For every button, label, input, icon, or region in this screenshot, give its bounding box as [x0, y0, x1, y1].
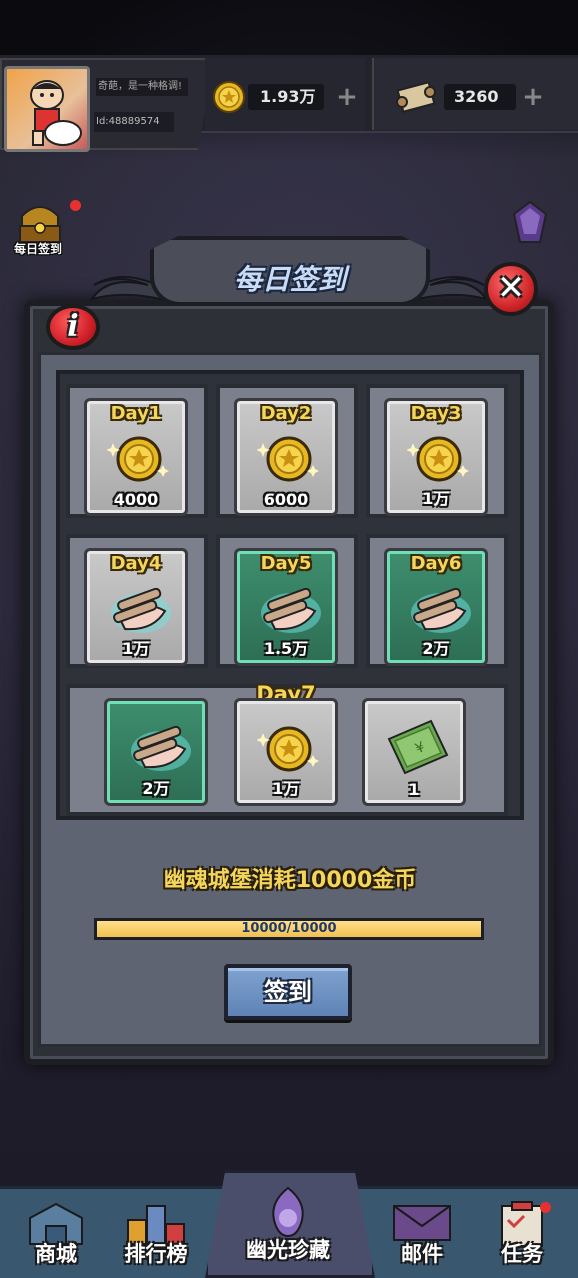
- day7-scroll-reward[interactable]: 2万: [104, 698, 208, 806]
- day1-reward[interactable]: Day1 4000: [84, 398, 188, 516]
- nav-mail-label: 邮件: [401, 1242, 443, 1266]
- avatar-character-icon: [30, 80, 82, 146]
- nav-shop-label: 商城: [35, 1242, 77, 1266]
- checkin-notification-dot: [70, 200, 81, 211]
- day3-reward[interactable]: Day3 1万: [384, 398, 488, 516]
- nav-tasks-label: 任务: [501, 1242, 543, 1266]
- dialog-title: 每日签到: [233, 263, 346, 296]
- gold-coin-icon: [107, 436, 169, 482]
- day2-reward[interactable]: Day2 6000: [234, 398, 338, 516]
- gold-coin-icon: [407, 436, 469, 482]
- reward-amount: 1万: [422, 489, 450, 508]
- gold-coin-icon: [257, 726, 319, 772]
- reward-amount: 1万: [272, 779, 300, 798]
- day7-coin-reward[interactable]: 1万: [234, 698, 338, 806]
- scroll-amount: 3260: [444, 84, 516, 110]
- avatar[interactable]: [4, 66, 90, 152]
- day-label: Day5: [260, 553, 312, 574]
- nav-shop[interactable]: 商城: [6, 1196, 106, 1272]
- nav-mail[interactable]: 邮件: [372, 1196, 472, 1272]
- coin-amount: 1.93万: [248, 84, 324, 110]
- add-scrolls-button[interactable]: +: [522, 84, 544, 110]
- day-label: Day4: [110, 553, 162, 574]
- scroll-icon: [131, 725, 191, 771]
- scroll-icon: [261, 587, 321, 633]
- scroll-resource-icon: [396, 81, 436, 113]
- ghost-flame-icon: [272, 1186, 304, 1238]
- nav-ranking[interactable]: 排行榜: [106, 1196, 206, 1272]
- reward-amount: 4000: [113, 490, 159, 509]
- reward-amount: 2万: [422, 639, 450, 658]
- green-ticket-icon: ¥: [387, 719, 449, 775]
- checkin-requirement: 幽魂城堡消耗10000金币: [163, 868, 417, 893]
- daily-checkin-side-label: 每日签到: [14, 242, 63, 256]
- purple-gem-icon[interactable]: [500, 196, 560, 256]
- reward-amount: 1.5万: [263, 639, 309, 658]
- progress-text: 10000/10000: [241, 921, 337, 936]
- progress-bar: 10000/10000: [94, 918, 484, 940]
- day6-reward[interactable]: Day6 2万: [384, 548, 488, 666]
- reward-amount: 1万: [122, 639, 150, 658]
- nav-treasure[interactable]: 幽光珍藏: [238, 1180, 338, 1262]
- scroll-icon: [411, 587, 471, 633]
- nav-tasks[interactable]: 任务: [472, 1196, 572, 1272]
- sign-in-label: 签到: [264, 978, 312, 1006]
- close-icon: ✕: [496, 268, 526, 308]
- day-label: Day2: [260, 403, 312, 424]
- scroll-icon: [111, 587, 171, 633]
- reward-amount: 2万: [142, 779, 170, 798]
- day-label: Day1: [110, 403, 162, 424]
- nav-ranking-label: 排行榜: [124, 1242, 188, 1266]
- nav-treasure-label: 幽光珍藏: [246, 1238, 330, 1262]
- sign-in-button[interactable]: 签到: [224, 964, 352, 1020]
- day5-reward[interactable]: Day5 1.5万: [234, 548, 338, 666]
- gold-coin-icon: [257, 436, 319, 482]
- day7-ticket-reward[interactable]: ¥ 1: [362, 698, 466, 806]
- reward-amount: 6000: [263, 490, 309, 509]
- info-button[interactable]: i: [46, 304, 100, 350]
- day4-reward[interactable]: Day4 1万: [84, 548, 188, 666]
- day-label: Day6: [410, 553, 462, 574]
- info-icon: i: [67, 309, 79, 344]
- player-motto: 奇葩，是一种格调!: [96, 78, 188, 96]
- reward-amount: 1: [408, 780, 420, 799]
- day-label: Day3: [410, 403, 462, 424]
- add-coins-button[interactable]: +: [336, 84, 358, 110]
- tasks-notification-dot: [540, 1202, 551, 1213]
- gold-coin-icon: [213, 81, 245, 113]
- player-id: Id:48889574: [94, 112, 174, 132]
- close-button[interactable]: ✕: [484, 262, 538, 316]
